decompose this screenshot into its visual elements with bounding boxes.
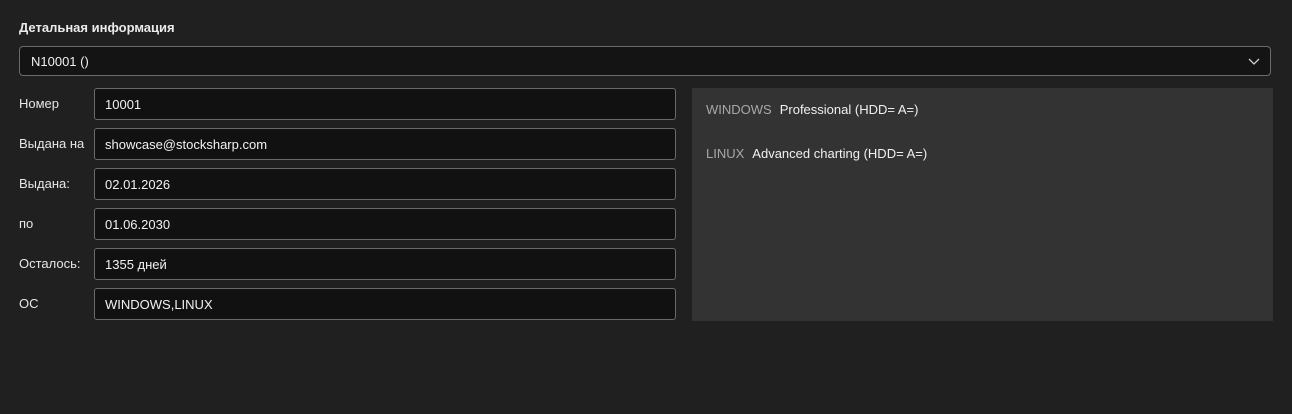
license-select-value: N10001 ()	[31, 53, 89, 69]
issued-to-field[interactable]: showcase@stocksharp.com	[94, 128, 676, 160]
issued-date-label: Выдана:	[19, 176, 70, 191]
os-feature-item: WINDOWS Professional (HDD= A=)	[706, 102, 918, 117]
os-feature-product: Professional (HDD= A=)	[779, 102, 919, 117]
number-label: Номер	[19, 96, 60, 111]
license-select[interactable]: N10001 ()	[19, 46, 1271, 76]
issued-date-field[interactable]: 02.01.2026	[94, 168, 676, 200]
issued-to-label: Выдана на	[19, 136, 85, 151]
os-features-panel: WINDOWS Professional (HDD= A=) LINUX Advan…	[692, 88, 1273, 321]
section-title: Детальная информация	[19, 20, 175, 35]
detail-row-issued-to: Выдана на showcase@stocksharp.com	[19, 128, 676, 160]
expiry-date-label: по	[19, 216, 34, 231]
remaining-label: Осталось:	[19, 256, 81, 271]
chevron-down-icon	[1248, 58, 1260, 65]
os-label: ОС	[19, 296, 39, 311]
detail-row-issued-date: Выдана: 02.01.2026	[19, 168, 676, 200]
os-feature-item: LINUX Advanced charting (HDD= A=)	[706, 146, 927, 161]
remaining-field[interactable]: 1355 дней	[94, 248, 676, 280]
os-feature-os-name: WINDOWS	[706, 102, 772, 117]
license-details-page: Детальная информация N10001 () Номер 100…	[0, 0, 1292, 414]
detail-row-expiry-date: по 01.06.2030	[19, 208, 676, 240]
detail-row-number: Номер 10001	[19, 88, 676, 120]
os-feature-os-name: LINUX	[706, 146, 745, 161]
expiry-date-field[interactable]: 01.06.2030	[94, 208, 676, 240]
number-field[interactable]: 10001	[94, 88, 676, 120]
detail-row-os: ОС WINDOWS,LINUX	[19, 288, 676, 320]
detail-row-remaining: Осталось: 1355 дней	[19, 248, 676, 280]
os-field[interactable]: WINDOWS,LINUX	[94, 288, 676, 320]
os-feature-product: Advanced charting (HDD= A=)	[752, 146, 928, 161]
